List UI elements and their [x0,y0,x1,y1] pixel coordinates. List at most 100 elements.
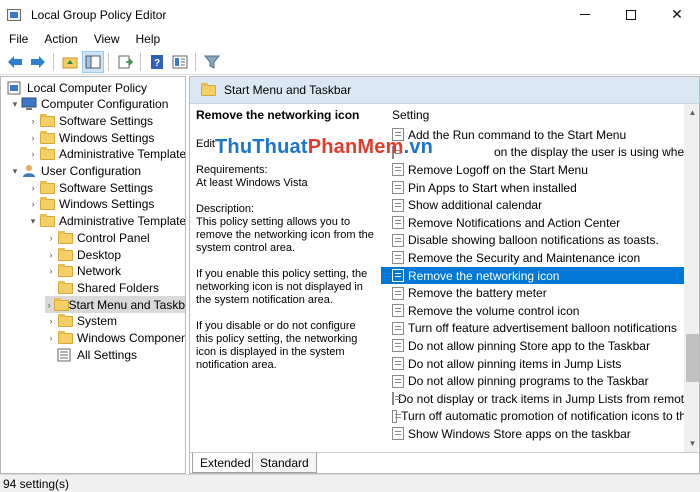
tree-item[interactable]: › Administrative Templates [27,146,185,163]
setting-label: Turn off automatic promotion of notifica… [401,409,686,424]
tree-item[interactable]: › Windows Component [45,330,185,347]
tree-item[interactable]: › Control Panel [45,229,150,246]
policy-setting-icon [392,163,404,177]
collapsed-chevron-icon[interactable]: › [27,112,39,129]
console-tree[interactable]: Local Computer Policy ▾ Computer Configura… [0,76,186,474]
status-bar: 94 setting(s) [0,474,700,492]
setting-row[interactable]: Remove the battery meter [381,284,686,302]
expanded-chevron-icon[interactable]: ▾ [9,163,21,180]
tree-item-label: Start Menu and Taskb [68,297,185,312]
tree-item[interactable]: All Settings [45,346,137,363]
disabled-text: If you disable or do not configure this … [196,320,358,371]
setting-row[interactable]: Do not allow pinning programs to the Tas… [381,372,686,390]
scroll-down-arrow-icon[interactable]: ▼ [684,435,699,452]
tree-item[interactable]: › Desktop [45,246,121,263]
setting-row[interactable]: Show additional calendar [381,196,686,214]
collapsed-chevron-icon[interactable]: › [45,246,57,263]
show-hide-tree-button[interactable] [82,50,104,73]
tree-item[interactable]: › Software Settings [27,112,153,129]
tree-item[interactable]: › System [45,313,117,330]
folder-icon [39,180,55,195]
setting-row[interactable]: Show Windows Store apps on the taskbar [381,425,686,443]
watermark-part1: ThuThuat [215,136,308,158]
collapsed-chevron-icon[interactable]: › [27,179,39,196]
menu-view[interactable]: View [86,32,128,46]
tree-item[interactable]: › Windows Settings [27,196,154,213]
setting-row[interactable]: Turn off automatic promotion of notifica… [381,408,686,426]
folder-up-icon [62,57,78,68]
close-button[interactable]: ✕ [654,0,700,29]
setting-row[interactable]: Turn off feature advertisement balloon n… [381,320,686,338]
policy-setting-icon [392,181,404,195]
properties-button[interactable] [169,51,191,73]
collapsed-chevron-icon[interactable]: › [45,263,57,280]
expanded-chevron-icon[interactable]: ▾ [9,96,21,113]
setting-row[interactable]: Do not display or track items in Jump Li… [381,390,686,408]
tree-item[interactable]: ▾ User Configuration [9,163,141,180]
tree-item[interactable]: ▾ Computer Configuration [9,96,169,113]
policy-setting-icon [392,304,404,318]
setting-row[interactable]: Disable showing balloon notifications as… [381,232,686,250]
tree-item-label: Software Settings [59,180,154,195]
toolbar: ? [0,49,700,75]
maximize-button[interactable] [608,0,654,29]
setting-row[interactable]: Do not allow pinning Store app to the Ta… [381,337,686,355]
folder-icon [57,280,73,295]
tree-item[interactable]: Local Computer Policy [3,79,147,96]
tree-item[interactable]: Shared Folders [45,279,159,296]
tree-item-label: Local Computer Policy [27,80,148,95]
minimize-button[interactable] [562,0,608,29]
folder-icon [39,113,55,128]
up-level-button[interactable] [59,51,81,73]
policy-setting-icon [392,374,404,388]
tree-item[interactable]: › Start Menu and Taskb [45,296,185,314]
collapsed-chevron-icon[interactable]: › [27,196,39,213]
description-label: Description: [196,203,255,215]
menu-action[interactable]: Action [36,32,85,46]
setting-row[interactable]: Remove Logoff on the Start Menu [381,161,686,179]
export-list-button[interactable] [114,51,136,73]
filter-button[interactable] [201,51,223,73]
scroll-thumb[interactable] [686,334,699,382]
tree-item-label: System [77,314,118,329]
setting-label: Show additional calendar [408,198,543,213]
no-expander [45,346,57,363]
all-settings-icon [57,348,73,362]
forward-button[interactable] [27,51,49,73]
tree-item-label: Control Panel [77,230,150,245]
settings-scrollbar[interactable]: ▲ ▼ [684,104,699,452]
help-button[interactable]: ? [146,51,168,73]
menu-help[interactable]: Help [128,32,169,46]
menu-file[interactable]: File [0,32,36,46]
folder-icon [200,83,216,97]
setting-row[interactable]: Remove the volume control icon [381,302,686,320]
setting-row[interactable]: Pin Apps to Start when installed [381,179,686,197]
setting-row[interactable]: Do not allow pinning items in Jump Lists [381,355,686,373]
setting-row[interactable]: Remove the networking icon [381,266,686,285]
tree-item[interactable]: › Windows Settings [27,129,154,146]
setting-column-header[interactable]: Setting [381,104,686,126]
policy-setting-icon [392,251,404,265]
collapsed-chevron-icon[interactable]: › [27,146,39,163]
expanded-chevron-icon[interactable]: ▾ [27,213,39,230]
setting-label: Remove the networking icon [408,268,560,283]
back-button[interactable] [4,51,26,73]
tab-standard[interactable]: Standard [252,453,317,473]
policy-editor-icon [7,7,23,23]
tree-item[interactable]: › Network [45,263,121,280]
setting-row[interactable]: Remove the Security and Maintenance icon [381,249,686,267]
setting-label: Remove Logoff on the Start Menu [408,162,588,177]
collapsed-chevron-icon[interactable]: › [45,296,53,313]
collapsed-chevron-icon[interactable]: › [45,313,57,330]
policy-setting-icon [392,409,402,423]
collapsed-chevron-icon[interactable]: › [27,129,39,146]
setting-row[interactable]: Remove Notifications and Action Center [381,214,686,232]
tree-item[interactable]: › Software Settings [27,179,153,196]
tree-item[interactable]: ▾ Administrative Templates [27,213,185,230]
tab-extended[interactable]: Extended [192,453,259,473]
collapsed-chevron-icon[interactable]: › [45,330,57,347]
watermark: ThuThuatPhanMem.vn [215,136,433,159]
collapsed-chevron-icon[interactable]: › [45,229,57,246]
title-bar: Local Group Policy Editor ✕ [0,0,700,29]
scroll-up-arrow-icon[interactable]: ▲ [684,104,699,121]
